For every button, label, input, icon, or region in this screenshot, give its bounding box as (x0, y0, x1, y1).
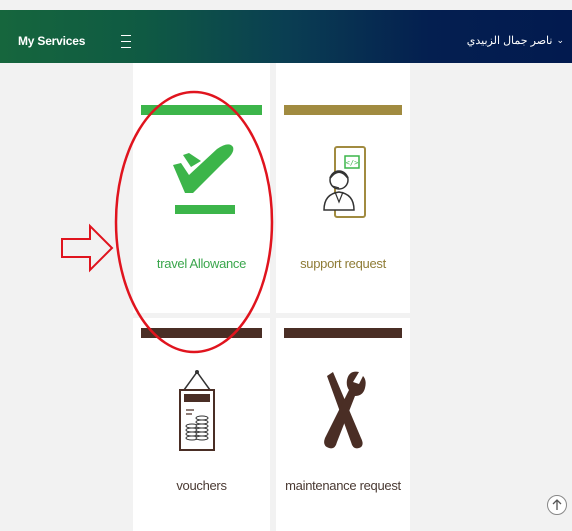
top-navbar: My Services ناصر جمال الزبيدي ⌄ (0, 10, 572, 63)
scroll-to-top-button[interactable] (547, 495, 567, 515)
hamburger-menu-icon[interactable] (121, 35, 131, 49)
voucher-board-icon (179, 370, 215, 451)
app-title[interactable]: My Services (18, 34, 85, 48)
card-accent-bar (284, 105, 402, 115)
support-agent-icon: </> (323, 146, 366, 218)
user-menu[interactable]: ناصر جمال الزبيدي ⌄ (467, 34, 564, 47)
arrow-up-icon (552, 499, 562, 510)
tools-icon (324, 371, 366, 449)
service-label: support request (300, 256, 386, 271)
service-label: vouchers (176, 478, 227, 493)
chevron-down-icon: ⌄ (556, 35, 564, 45)
annotation-arrow-icon (61, 223, 114, 273)
service-card-maintenance-request[interactable]: maintenance request (276, 318, 410, 531)
user-name: ناصر جمال الزبيدي (466, 35, 553, 47)
annotation-highlight-circle (114, 90, 274, 354)
service-card-support-request[interactable]: </> support request (276, 63, 410, 313)
card-accent-bar (284, 328, 402, 338)
svg-text:</>: </> (346, 159, 359, 167)
service-label: maintenance request (285, 478, 401, 493)
